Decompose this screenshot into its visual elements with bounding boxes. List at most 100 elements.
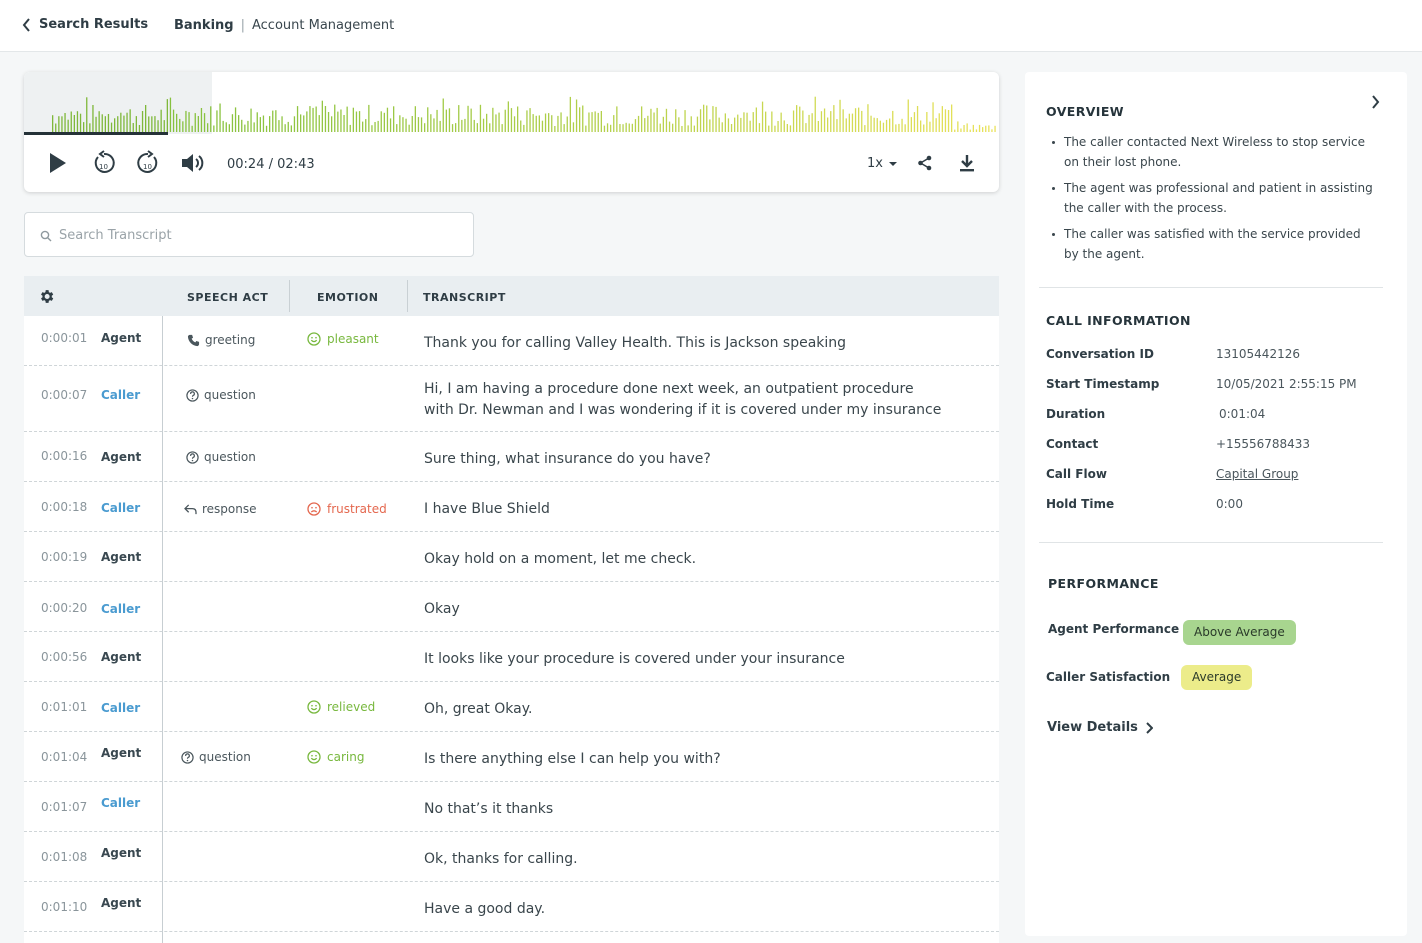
waveform-bar xyxy=(650,108,652,132)
transcript-row[interactable]: 0:00:56 Agent It looks like your procedure… xyxy=(24,632,999,682)
waveform-bar xyxy=(303,115,305,132)
row-transcript-text: I have Blue Shield xyxy=(424,499,550,520)
waveform-bar xyxy=(823,108,826,132)
row-speaker: Caller xyxy=(101,501,141,515)
waveform-bar xyxy=(585,125,587,132)
waveform-bar xyxy=(628,123,630,132)
waveform-bar xyxy=(467,105,469,132)
row-timestamp[interactable]: 0:00:01 xyxy=(41,331,87,345)
waveform-bar xyxy=(833,105,835,132)
breadcrumb-category[interactable]: Banking xyxy=(174,18,234,33)
call-flow-link[interactable]: Capital Group xyxy=(1216,467,1298,481)
waveform-bar xyxy=(610,124,612,132)
waveform-bar xyxy=(665,108,668,132)
waveform-bar xyxy=(163,120,165,132)
waveform-bar xyxy=(544,113,547,132)
transcript-row[interactable]: 0:01:10 Agent Have a good day. xyxy=(24,882,999,932)
waveform-bar xyxy=(185,110,187,132)
waveform-bar xyxy=(718,117,720,132)
waveform-bar xyxy=(631,123,633,132)
column-header-transcript[interactable]: TRANSCRIPT xyxy=(423,291,506,304)
row-timestamp[interactable]: 0:01:08 xyxy=(41,850,87,864)
transcript-row[interactable]: 0:01:07 Caller No that’s it thanks xyxy=(24,782,999,832)
playback-speed-dropdown[interactable]: 1x xyxy=(867,156,898,171)
waveform-bar xyxy=(436,109,438,132)
audio-player: 10 10 00:24 / 02:43 1x xyxy=(24,72,999,192)
volume-button[interactable] xyxy=(180,151,206,179)
waveform-bar xyxy=(399,115,401,132)
waveform-bar xyxy=(916,106,919,132)
waveform-bar xyxy=(225,122,227,132)
waveform-bar xyxy=(120,112,122,132)
waveform-bar xyxy=(672,123,674,132)
transcript-row[interactable]: 0:00:20 Caller Okay xyxy=(24,582,999,632)
row-timestamp[interactable]: 0:00:20 xyxy=(41,601,87,615)
waveform-bar xyxy=(309,106,311,132)
waveform-bar xyxy=(532,114,534,132)
waveform-bar xyxy=(513,116,516,132)
waveform-bar xyxy=(662,116,664,132)
waveform-bar xyxy=(427,107,429,132)
row-timestamp[interactable]: 0:00:19 xyxy=(41,550,87,564)
breadcrumb-subcategory: Account Management xyxy=(252,18,395,33)
call-info-label: Hold Time xyxy=(1046,497,1115,511)
back-to-search-results[interactable]: Search Results xyxy=(22,17,148,32)
row-timestamp[interactable]: 0:00:07 xyxy=(41,388,87,402)
view-details-link[interactable]: View Details xyxy=(1047,720,1153,735)
transcript-row[interactable]: 0:01:08 Agent Ok, thanks for calling. xyxy=(24,832,999,882)
breadcrumb: Banking | Account Management xyxy=(174,18,394,33)
row-timestamp[interactable]: 0:01:10 xyxy=(41,900,87,914)
waveform-bar xyxy=(411,116,413,132)
phone-icon xyxy=(187,334,200,346)
share-button[interactable] xyxy=(917,155,933,175)
waveform-bar xyxy=(904,124,906,132)
waveform-bar xyxy=(988,125,990,132)
row-timestamp[interactable]: 0:00:56 xyxy=(41,650,87,664)
waveform[interactable] xyxy=(24,72,999,135)
overview-title: OVERVIEW xyxy=(1046,104,1124,119)
row-timestamp[interactable]: 0:01:07 xyxy=(41,800,87,814)
transcript-row[interactable]: 0:01:01 Caller relieved Oh, great Okay. xyxy=(24,682,999,732)
rewind-10-button[interactable]: 10 xyxy=(92,150,116,180)
table-settings-button[interactable] xyxy=(38,288,55,309)
play-button[interactable] xyxy=(48,152,68,178)
waveform-bar xyxy=(634,119,637,132)
row-timestamp[interactable]: 0:01:04 xyxy=(41,750,87,764)
waveform-bar xyxy=(780,112,782,132)
row-timestamp[interactable]: 0:00:18 xyxy=(41,500,87,514)
waveform-bar xyxy=(746,112,748,132)
transcript-row[interactable]: 0:00:07 Caller question Hi, I am having a p… xyxy=(24,366,999,432)
waveform-bar xyxy=(107,114,110,132)
search-transcript-input[interactable] xyxy=(59,223,459,247)
transcript-row[interactable]: 0:00:16 Agent question Sure thing, what ins… xyxy=(24,432,999,482)
transcript-line: Ok, thanks for calling. xyxy=(424,851,578,867)
waveform-bar xyxy=(327,112,330,132)
transcript-line: It looks like your procedure is covered … xyxy=(424,651,845,667)
column-header-speech-act[interactable]: SPEECH ACT xyxy=(187,291,268,304)
waveform-bar xyxy=(848,113,850,132)
waveform-bar xyxy=(377,120,379,132)
waveform-bar xyxy=(145,105,147,132)
waveform-bar xyxy=(523,124,525,132)
waveform-bar xyxy=(805,123,807,132)
waveform-bar xyxy=(371,125,373,132)
transcript-row[interactable]: 0:00:01 Agent greeting pleasant Thank you fo… xyxy=(24,316,999,366)
waveform-bar xyxy=(789,125,792,132)
row-timestamp[interactable]: 0:01:01 xyxy=(41,700,87,714)
waveform-bar xyxy=(792,110,795,132)
column-header-emotion[interactable]: EMOTION xyxy=(317,291,378,304)
download-button[interactable] xyxy=(959,154,975,176)
waveform-bar xyxy=(262,115,265,132)
collapse-panel-button[interactable] xyxy=(1371,94,1380,113)
row-timestamp[interactable]: 0:00:16 xyxy=(41,449,87,463)
transcript-row[interactable]: 0:00:18 Caller response frustrated I have Bl… xyxy=(24,482,999,532)
transcript-row[interactable]: 0:00:19 Agent Okay hold on a moment, let m… xyxy=(24,532,999,582)
call-details-panel: OVERVIEW The caller contacted Next Wirel… xyxy=(1025,72,1407,936)
waveform-bar xyxy=(768,125,770,132)
transcript-row[interactable]: 0:01:04 Agent question caring Is there anyth… xyxy=(24,732,999,782)
waveform-bar xyxy=(138,125,141,132)
forward-10-button[interactable]: 10 xyxy=(136,150,160,180)
waveform-bar xyxy=(160,109,162,132)
waveform-bar xyxy=(985,125,987,132)
waveform-bar xyxy=(79,113,82,132)
